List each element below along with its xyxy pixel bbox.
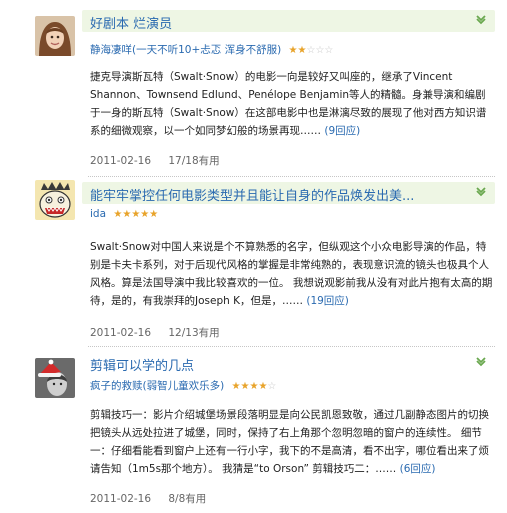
review-date: 2011-02-16 — [90, 327, 152, 339]
star-icon: ★ — [149, 209, 159, 220]
reply-count-link[interactable]: (6回应) — [400, 463, 436, 475]
review-title-bar: 剪辑可以学的几点 — [82, 352, 495, 374]
star-icon: ☆ — [315, 45, 325, 56]
star-icon: ★ — [258, 381, 268, 392]
star-icon: ★ — [249, 381, 259, 392]
author-line: 疯子的救赎(弱智儿童欢乐多) ★★★★☆ — [90, 378, 276, 393]
reply-count-link[interactable]: (9回应) — [324, 125, 360, 137]
author-name[interactable]: 静海凄咩(一天不听10+忐忑 浑身不舒服) — [90, 44, 281, 56]
avatar[interactable] — [35, 180, 75, 220]
author-line: 静海凄咩(一天不听10+忐忑 浑身不舒服) ★★☆☆☆ — [90, 42, 333, 57]
review-title-bar: 能牢牢掌控任何电影类型并且能让自身的作品焕发出美... — [82, 182, 495, 204]
useful-count: 8/8有用 — [168, 493, 207, 505]
review-item: 剪辑可以学的几点 疯子的救赎(弱智儿童欢乐多) ★★★★☆ 剪辑技巧一：影片介绍… — [0, 348, 507, 513]
review-body: 剪辑技巧一：影片介绍城堡场景段落明显是向公民凯恩致敬，通过几副静态图片的切换把镜… — [90, 406, 495, 478]
review-title[interactable]: 能牢牢掌控任何电影类型并且能让自身的作品焕发出美... — [90, 185, 414, 204]
useful-count: 12/13有用 — [168, 327, 220, 339]
review-body: 捷克导演斯瓦特（Swalt·Snow）的电影一向是较好又叫座的，继承了Vince… — [90, 68, 495, 140]
star-icon: ★ — [122, 209, 132, 220]
star-icon: ★ — [288, 45, 298, 56]
divider — [88, 176, 495, 177]
chevron-down-icon[interactable] — [475, 13, 487, 25]
review-meta: 2011-02-16 17/18有用 — [90, 153, 234, 168]
author-name[interactable]: 疯子的救赎(弱智儿童欢乐多) — [90, 380, 224, 392]
review-meta: 2011-02-16 12/13有用 — [90, 325, 234, 340]
review-body: Swalt·Snow对中国人来说是个不算熟悉的名字，但纵观这个小众电影导演的作品… — [90, 238, 495, 310]
useful-count: 17/18有用 — [168, 155, 220, 167]
star-icon: ★ — [113, 209, 123, 220]
star-icon: ★ — [140, 209, 150, 220]
review-date: 2011-02-16 — [90, 493, 152, 505]
avatar[interactable] — [35, 358, 75, 398]
review-excerpt: 捷克导演斯瓦特（Swalt·Snow）的电影一向是较好又叫座的，继承了Vince… — [90, 71, 487, 137]
author-line: ida ★★★★★ — [90, 208, 158, 220]
star-icon: ☆ — [267, 381, 277, 392]
star-icon: ★ — [240, 381, 250, 392]
star-icon: ★ — [297, 45, 307, 56]
review-item: 能牢牢掌控任何电影类型并且能让自身的作品焕发出美... ida ★★★★★ Sw… — [0, 178, 507, 348]
avatar[interactable] — [35, 16, 75, 56]
rating-stars: ★★★★★ — [113, 208, 158, 220]
star-icon: ★ — [231, 381, 241, 392]
author-name[interactable]: ida — [90, 208, 106, 220]
star-icon: ☆ — [306, 45, 316, 56]
review-title-bar: 好剧本 烂演员 — [82, 10, 495, 32]
chevron-down-icon[interactable] — [475, 355, 487, 367]
review-meta: 2011-02-16 8/8有用 — [90, 491, 220, 506]
review-list: 好剧本 烂演员 静海凄咩(一天不听10+忐忑 浑身不舒服) ★★☆☆☆ 捷克导演… — [0, 0, 507, 513]
review-excerpt: Swalt·Snow对中国人来说是个不算熟悉的名字，但纵观这个小众电影导演的作品… — [90, 241, 493, 307]
divider — [88, 346, 495, 347]
reply-count-link[interactable]: (19回应) — [306, 295, 349, 307]
rating-stars: ★★★★☆ — [232, 380, 277, 392]
chevron-down-icon[interactable] — [475, 185, 487, 197]
star-icon: ☆ — [324, 45, 334, 56]
star-icon: ★ — [131, 209, 141, 220]
rating-stars: ★★☆☆☆ — [289, 44, 334, 56]
review-item: 好剧本 烂演员 静海凄咩(一天不听10+忐忑 浑身不舒服) ★★☆☆☆ 捷克导演… — [0, 6, 507, 177]
review-title[interactable]: 剪辑可以学的几点 — [90, 355, 194, 374]
review-date: 2011-02-16 — [90, 155, 152, 167]
review-title[interactable]: 好剧本 烂演员 — [90, 13, 172, 32]
